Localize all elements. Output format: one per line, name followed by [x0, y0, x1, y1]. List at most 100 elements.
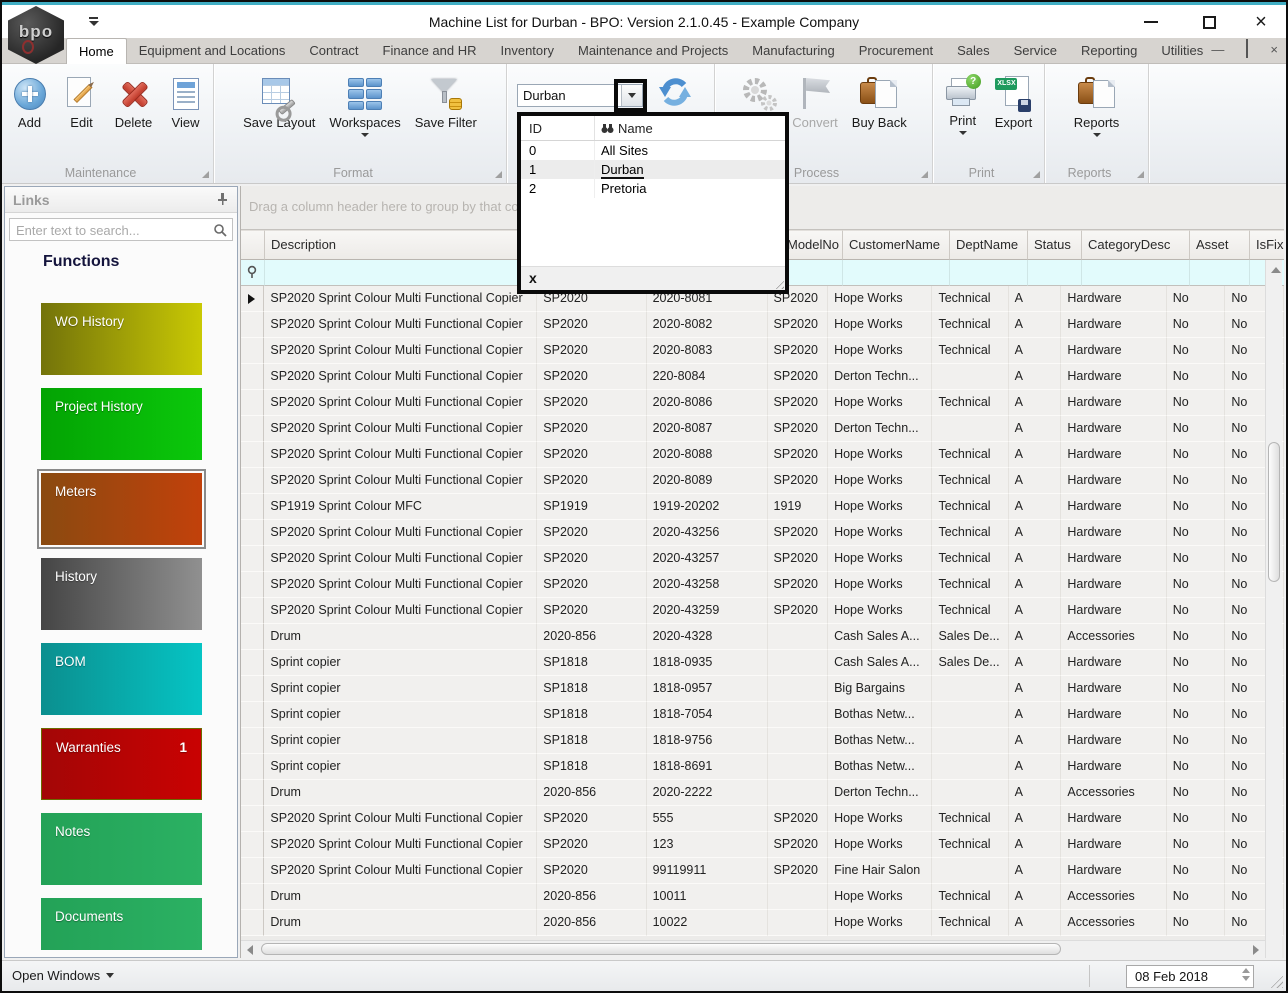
function-tile-history[interactable]: History: [41, 558, 202, 630]
row-indicator-cell[interactable]: [241, 442, 264, 468]
horizontal-scrollbar[interactable]: [241, 940, 1265, 958]
table-row[interactable]: Drum2020-85610011Hope WorksTechnicalAAcc…: [241, 884, 1284, 910]
site-combo[interactable]: Durban: [517, 84, 643, 107]
row-indicator-cell[interactable]: [241, 884, 264, 910]
delete-button[interactable]: Delete: [108, 74, 160, 132]
column-header-isfixed[interactable]: IsFixed: [1250, 230, 1284, 260]
dropdown-resize-grip[interactable]: [772, 277, 784, 289]
table-row[interactable]: Drum2020-8562020-4328Cash Sales A...Sale…: [241, 624, 1284, 650]
date-spin-buttons[interactable]: [1242, 968, 1250, 981]
site-combo-dropdown-button[interactable]: [621, 85, 642, 106]
table-row[interactable]: Sprint copierSP18181818-8691Bothas Netw.…: [241, 754, 1284, 780]
row-indicator-cell[interactable]: [241, 286, 264, 312]
column-header-categorydesc[interactable]: CategoryDesc: [1082, 230, 1190, 260]
column-header-status[interactable]: Status: [1028, 230, 1082, 260]
function-tile-warranties[interactable]: Warranties1: [41, 728, 202, 800]
tab-inventory[interactable]: Inventory: [489, 38, 566, 64]
table-row[interactable]: SP2020 Sprint Colour Multi Functional Co…: [241, 572, 1284, 598]
row-indicator-cell[interactable]: [241, 572, 264, 598]
dropdown-col-id[interactable]: ID: [521, 116, 595, 140]
mdi-close-icon[interactable]: ×: [1270, 43, 1278, 57]
filter-cell-9[interactable]: [1190, 260, 1250, 286]
column-header-modelno[interactable]: ModelNo: [781, 230, 843, 260]
workspaces-button[interactable]: Workspaces: [322, 74, 407, 139]
export-button[interactable]: XLSX Export: [988, 74, 1040, 132]
function-tile-wo-history[interactable]: WO History: [41, 303, 202, 375]
column-header-description[interactable]: Description: [265, 230, 545, 260]
maintenance-dialog-launcher-icon[interactable]: [201, 170, 209, 178]
row-indicator-cell[interactable]: [241, 468, 264, 494]
table-row[interactable]: Drum2020-8562020-2222Derton Techn...AAcc…: [241, 780, 1284, 806]
tab-equipment-and-locations[interactable]: Equipment and Locations: [127, 38, 298, 64]
buy-back-button[interactable]: Buy Back: [845, 74, 914, 132]
date-spinner[interactable]: 08 Feb 2018: [1126, 965, 1254, 988]
table-row[interactable]: Drum2020-85610022Hope WorksTechnicalAAcc…: [241, 910, 1284, 936]
row-indicator-cell[interactable]: [241, 806, 264, 832]
tab-home[interactable]: Home: [66, 38, 127, 64]
clear-filter-icon[interactable]: x: [529, 270, 537, 286]
print-dialog-launcher-icon[interactable]: [1032, 170, 1040, 178]
row-indicator-header[interactable]: [241, 230, 265, 260]
row-indicator-cell[interactable]: [241, 676, 264, 702]
table-row[interactable]: SP2020 Sprint Colour Multi Functional Co…: [241, 364, 1284, 390]
tab-finance-and-hr[interactable]: Finance and HR: [371, 38, 489, 64]
vertical-scroll-thumb[interactable]: [1268, 442, 1280, 582]
mdi-restore-icon[interactable]: [1246, 43, 1248, 57]
scroll-left-icon[interactable]: [247, 945, 253, 955]
row-indicator-cell[interactable]: [241, 754, 264, 780]
row-indicator-cell[interactable]: [241, 598, 264, 624]
horizontal-scroll-thumb[interactable]: [261, 943, 1061, 955]
print-button[interactable]: ? Print: [938, 74, 988, 137]
function-tile-documents[interactable]: Documents: [41, 898, 202, 950]
window-resize-grip[interactable]: [1269, 974, 1283, 988]
filter-cell-4[interactable]: [781, 260, 843, 286]
pin-icon[interactable]: [215, 192, 229, 206]
row-indicator-cell[interactable]: [241, 390, 264, 416]
site-option-pretoria[interactable]: 2Pretoria: [521, 179, 785, 198]
scroll-up-icon[interactable]: [1271, 267, 1281, 273]
save-layout-button[interactable]: Save Layout: [236, 74, 322, 132]
function-tile-meters[interactable]: Meters: [41, 473, 202, 545]
filter-cell-6[interactable]: [950, 260, 1028, 286]
row-indicator-cell[interactable]: [241, 416, 264, 442]
convert-button[interactable]: Convert: [785, 74, 845, 132]
row-indicator-cell[interactable]: [241, 520, 264, 546]
tab-procurement[interactable]: Procurement: [847, 38, 945, 64]
search-input[interactable]: Enter text to search...: [9, 218, 233, 241]
tab-utilities[interactable]: Utilities: [1149, 38, 1215, 64]
table-row[interactable]: SP2020 Sprint Colour Multi Functional Co…: [241, 858, 1284, 884]
tab-service[interactable]: Service: [1002, 38, 1069, 64]
mdi-minimize-icon[interactable]: —: [1211, 43, 1224, 57]
refresh-button[interactable]: [650, 72, 700, 112]
minimize-button[interactable]: [1136, 11, 1166, 33]
column-header-deptname[interactable]: DeptName: [950, 230, 1028, 260]
table-row[interactable]: SP2020 Sprint Colour Multi Functional Co…: [241, 338, 1284, 364]
save-filter-button[interactable]: Save Filter: [408, 74, 484, 132]
tab-maintenance-and-projects[interactable]: Maintenance and Projects: [566, 38, 740, 64]
maximize-button[interactable]: [1194, 11, 1224, 33]
table-row[interactable]: Sprint copierSP18181818-7054Bothas Netw.…: [241, 702, 1284, 728]
format-dialog-launcher-icon[interactable]: [494, 170, 502, 178]
dropdown-col-name[interactable]: Name: [595, 121, 785, 136]
tab-reporting[interactable]: Reporting: [1069, 38, 1149, 64]
table-row[interactable]: SP2020 Sprint Colour Multi Functional Co…: [241, 468, 1284, 494]
row-indicator-cell[interactable]: [241, 624, 264, 650]
table-row[interactable]: Sprint copierSP18181818-0935Cash Sales A…: [241, 650, 1284, 676]
add-button[interactable]: Add: [4, 74, 56, 132]
site-option-durban[interactable]: 1Durban: [521, 160, 785, 179]
settings-button[interactable]: [733, 74, 785, 114]
open-windows-button[interactable]: Open Windows: [12, 968, 114, 983]
row-indicator-cell[interactable]: [241, 312, 264, 338]
row-indicator-cell[interactable]: [241, 780, 264, 806]
filter-cell-8[interactable]: [1082, 260, 1190, 286]
tab-contract[interactable]: Contract: [297, 38, 370, 64]
table-row[interactable]: SP2020 Sprint Colour Multi Functional Co…: [241, 416, 1284, 442]
function-tile-project-history[interactable]: Project History: [41, 388, 202, 460]
table-row[interactable]: SP2020 Sprint Colour Multi Functional Co…: [241, 312, 1284, 338]
site-option-all-sites[interactable]: 0All Sites: [521, 141, 785, 160]
row-indicator-cell[interactable]: [241, 650, 264, 676]
table-row[interactable]: SP1919 Sprint Colour MFCSP19191919-20202…: [241, 494, 1284, 520]
reports-dialog-launcher-icon[interactable]: [1136, 170, 1144, 178]
table-row[interactable]: Sprint copierSP18181818-9756Bothas Netw.…: [241, 728, 1284, 754]
view-button[interactable]: View: [160, 74, 212, 132]
